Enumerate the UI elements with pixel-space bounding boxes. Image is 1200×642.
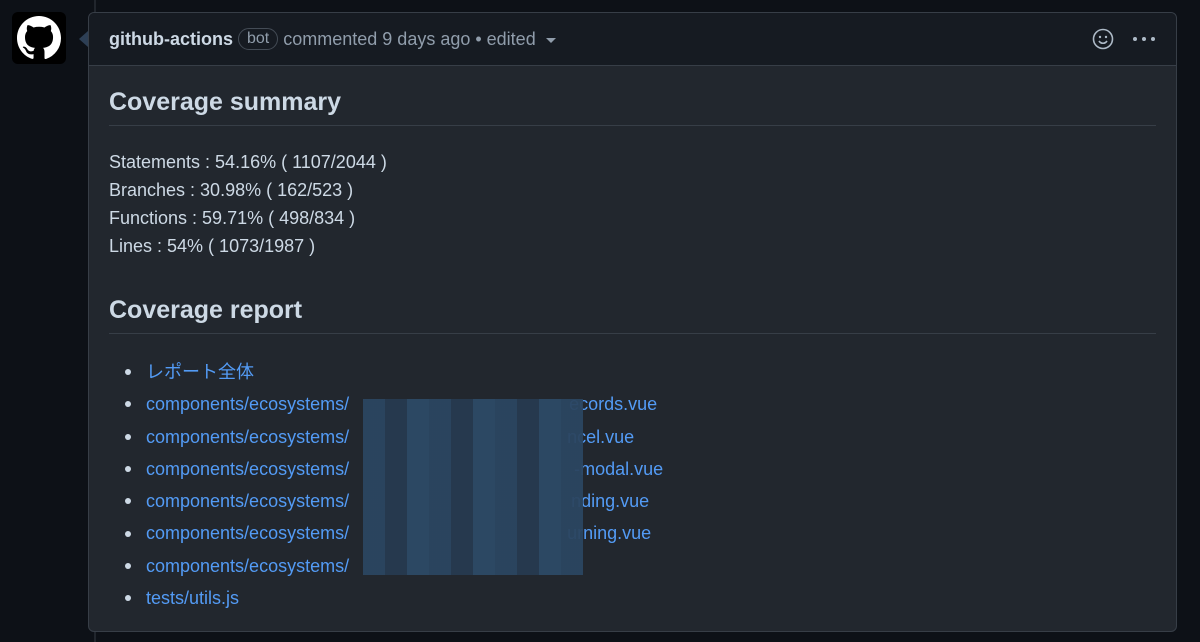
redacted-area: [363, 399, 583, 575]
stat-line: Functions : 59.71% ( 498/834 ): [109, 208, 356, 228]
coverage-report-heading: Coverage report: [109, 296, 1156, 334]
list-item: components/ecosystems/ecords.vue: [125, 388, 1156, 420]
kebab-horizontal-icon[interactable]: [1132, 36, 1156, 42]
coverage-summary-heading: Coverage summary: [109, 88, 1156, 126]
list-item: レポート全体: [125, 356, 1156, 388]
comment-header: github-actions bot commented 9 days ago …: [89, 13, 1176, 66]
caret-down-icon[interactable]: [545, 38, 556, 43]
github-logo-icon: [17, 16, 61, 60]
list-item: components/ecosystems/ncel.vue: [125, 421, 1156, 453]
coverage-stats: Statements : 54.16% ( 1107/2044 ) Branch…: [109, 148, 1156, 260]
list-item: components/ecosystems/nding.vue: [125, 485, 1156, 517]
comment-pointer: [79, 31, 88, 47]
list-item: components/ecosystems/: [125, 550, 1156, 582]
report-link[interactable]: レポート全体: [146, 356, 254, 388]
avatar[interactable]: [12, 12, 66, 64]
smiley-icon[interactable]: [1092, 28, 1114, 50]
list-item: tests/utils.js: [125, 582, 1156, 614]
comment-meta[interactable]: commented 9 days ago • edited: [283, 29, 535, 50]
report-link[interactable]: components/ecosystems/: [146, 550, 349, 582]
stat-line: Branches : 30.98% ( 162/523 ): [109, 180, 354, 200]
stat-line: Statements : 54.16% ( 1107/2044 ): [109, 152, 387, 172]
stat-line: Lines : 54% ( 1073/1987 ): [109, 236, 316, 256]
report-links: レポート全体 components/ecosystems/ecords.vue …: [109, 356, 1156, 614]
bot-badge: bot: [238, 28, 279, 50]
list-item: components/ecosystems/-modal.vue: [125, 453, 1156, 485]
list-item: components/ecosystems/urning.vue: [125, 517, 1156, 549]
comment-box: github-actions bot commented 9 days ago …: [88, 12, 1177, 632]
author-link[interactable]: github-actions: [109, 29, 233, 50]
report-link[interactable]: tests/utils.js: [146, 582, 239, 614]
